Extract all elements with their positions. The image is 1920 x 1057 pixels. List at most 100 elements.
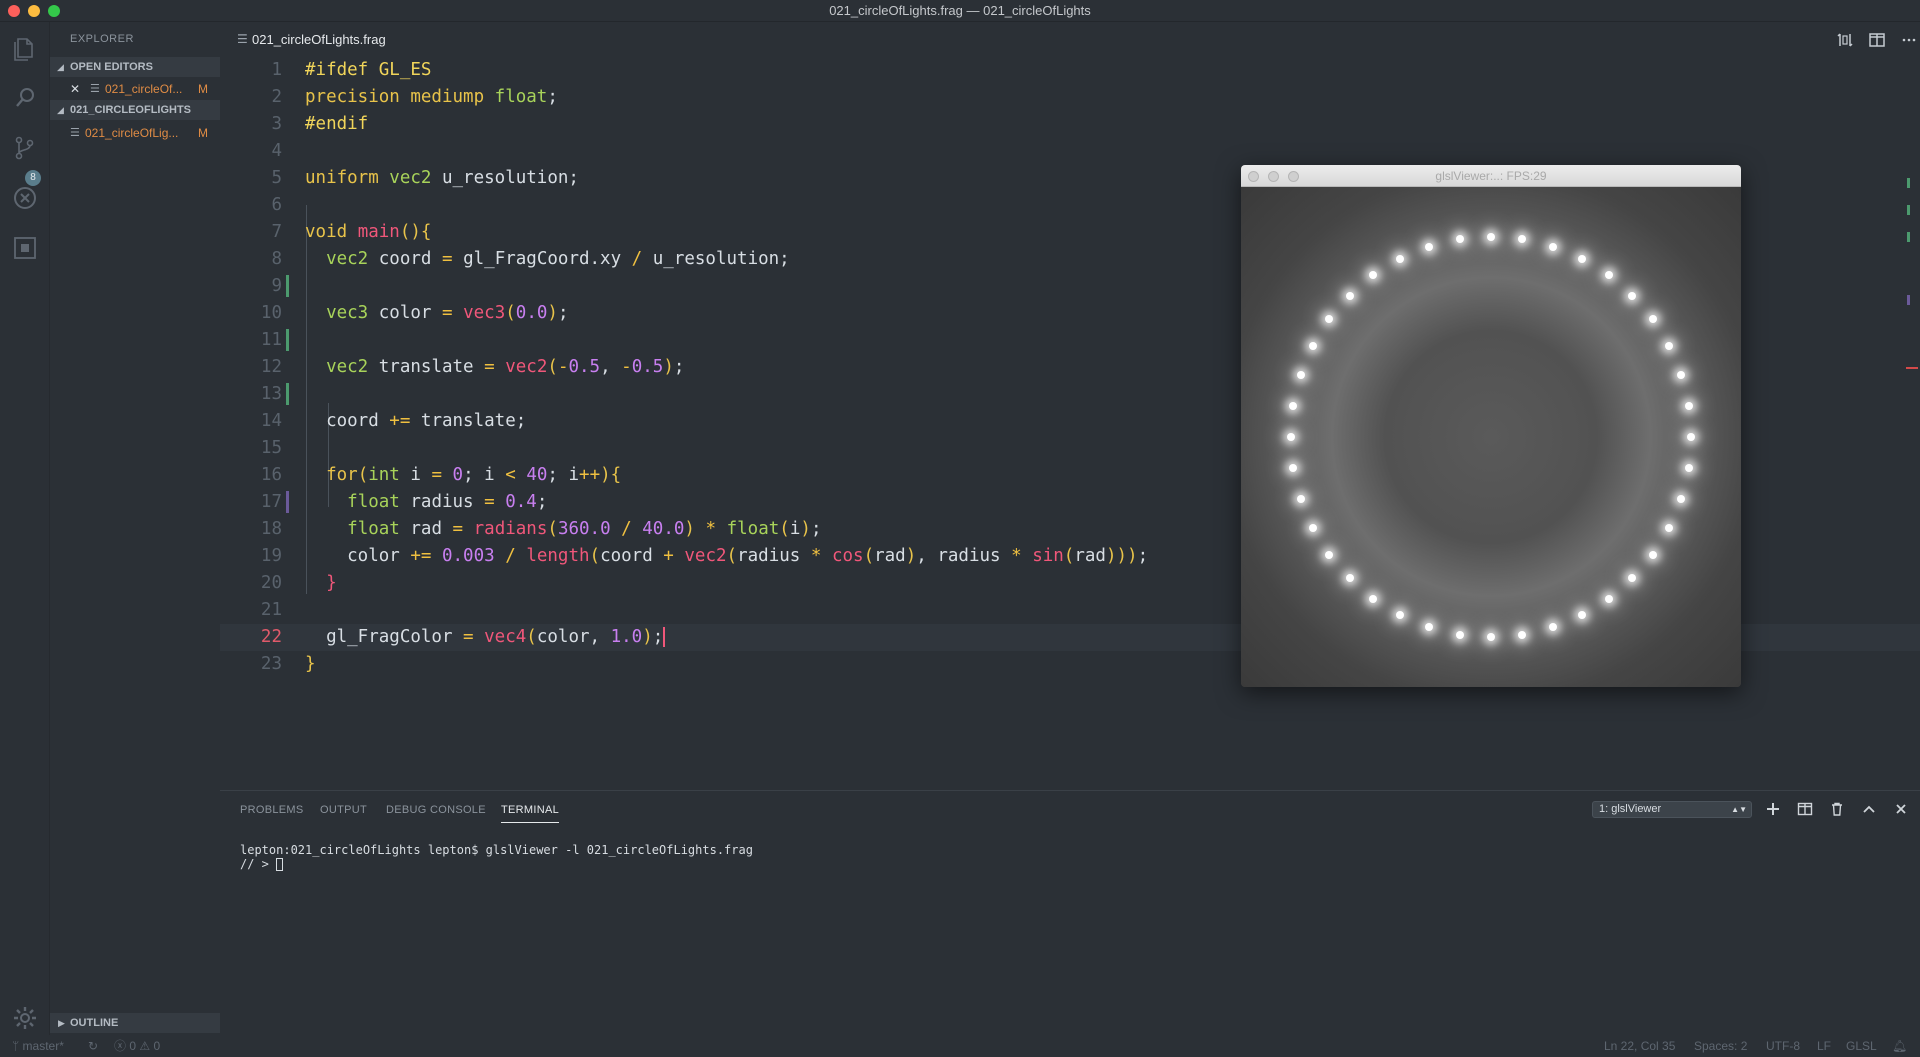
code-text: gl_FragColor = vec4(color, 1.0); [305,627,666,647]
code-text: #endif [305,114,369,134]
terminal-command-line: lepton:021_circleOfLights lepton$ glslVi… [240,843,753,857]
open-changes-icon[interactable] [1836,31,1854,49]
sync-icon[interactable]: ↻ [88,1035,98,1057]
light-point [1577,254,1586,263]
window-title: 021_circleOfLights.frag — 021_circleOfLi… [829,3,1091,18]
terminal-prompt: // > [240,857,277,871]
light-point [1684,464,1693,473]
overview-ruler-mark [1907,205,1910,215]
kill-terminal-icon[interactable] [1829,801,1845,817]
light-point [1628,574,1637,583]
light-point [1665,523,1674,532]
folder-label: 021_CIRCLEOFLIGHTS [70,104,192,116]
warning-count: 0 [153,1039,161,1053]
indentation-status[interactable]: Spaces: 2 [1694,1035,1747,1057]
close-editor-icon[interactable]: ✕ [70,78,80,100]
light-point [1648,315,1657,324]
light-point [1396,254,1405,263]
outline-label: OUTLINE [70,1017,119,1029]
overview-ruler-mark [1907,295,1910,305]
open-editor-name: 021_circleOf... [105,82,183,96]
code-text: } [326,573,337,593]
gutter-added-marker [286,329,289,351]
editor-tab[interactable]: ☰ 021_circleOfLights.frag [220,22,405,57]
code-text: float rad = radians(360.0 / 40.0) * floa… [347,519,822,539]
overview-ruler-cursor [1906,367,1918,369]
code-text: vec3 color = vec3(0.0); [326,303,569,323]
explorer-title: EXPLORER [70,33,134,45]
tab-output[interactable]: OUTPUT [320,804,367,816]
modified-indicator: M [198,126,208,140]
light-point [1677,494,1686,503]
line-number: 1 [271,60,282,80]
branch-status[interactable]: ᛘ master* [12,1035,64,1057]
light-point [1548,242,1557,251]
light-point [1308,342,1317,351]
overview-ruler-mark [1907,232,1910,242]
select-arrows-icon: ▲▼ [1731,805,1747,814]
modified-indicator: M [198,82,208,96]
light-point [1287,433,1295,441]
light-point [1577,611,1586,620]
light-point [1289,401,1298,410]
language-status[interactable]: GLSL [1846,1035,1877,1057]
gutter-added-marker [286,383,289,405]
open-editor-item[interactable]: ✕ ☰ 021_circleOf... M [50,78,220,100]
light-point [1687,433,1695,441]
terminal-prompt-line[interactable]: // > [240,857,284,871]
file-lines-icon: ☰ [90,83,100,95]
line-number: 9 [271,276,282,296]
files-icon[interactable] [11,34,39,62]
line-number: 8 [271,249,282,269]
problems-status[interactable]: ⓧ 0 ⚠ 0 [114,1035,160,1057]
light-point [1487,233,1495,241]
tab-terminal[interactable]: TERMINAL [501,804,560,823]
light-point [1308,523,1317,532]
cursor-position[interactable]: Ln 22, Col 35 [1604,1035,1675,1057]
line-number: 13 [260,384,282,404]
open-editors-section-header[interactable]: ◢ OPEN EDITORS [50,57,220,77]
maximize-panel-icon[interactable] [1861,801,1877,817]
notifications-bell-icon[interactable]: 🔔︎ [1892,1035,1907,1057]
eol-status[interactable]: LF [1817,1035,1831,1057]
line-number: 22 [260,627,282,647]
glslviewer-title-bar[interactable]: glslViewer:..: FPS:29 [1241,165,1741,187]
terminal-select-value: 1: glslViewer [1599,803,1662,815]
line-number: 3 [271,114,282,134]
split-editor-icon[interactable] [1868,31,1886,49]
terminal-select[interactable]: 1: glslViewer ▲▼ [1592,801,1752,818]
code-text: vec2 translate = vec2(-0.5, -0.5); [326,357,685,377]
code-text: } [305,654,316,674]
code-text: precision mediump float; [305,87,558,107]
light-point [1425,242,1434,251]
source-control-icon[interactable] [11,134,39,162]
file-name: 021_circleOfLig... [85,126,179,140]
tab-problems[interactable]: PROBLEMS [240,804,304,816]
close-panel-icon[interactable] [1893,801,1909,817]
light-point [1684,401,1693,410]
light-point [1345,291,1354,300]
new-terminal-icon[interactable] [1765,801,1781,817]
light-point [1425,623,1434,632]
split-terminal-icon[interactable] [1797,801,1813,817]
light-point [1518,630,1527,639]
line-number: 21 [260,600,282,620]
line-number: 14 [260,411,282,431]
tab-debug-console[interactable]: DEBUG CONSOLE [386,804,486,816]
file-tree-item[interactable]: ☰ 021_circleOfLig... M [50,122,220,144]
more-actions-icon[interactable] [1900,31,1918,49]
folder-section-header[interactable]: ◢ 021_CIRCLEOFLIGHTS [50,100,220,120]
code-text: #ifdef GL_ES [305,60,432,80]
debug-icon[interactable] [11,184,39,212]
encoding-status[interactable]: UTF-8 [1766,1035,1800,1057]
settings-gear-icon[interactable] [11,1004,39,1032]
extensions-icon[interactable] [11,234,39,262]
outline-section-header[interactable]: ▶ OUTLINE [50,1013,220,1033]
search-icon[interactable] [11,84,39,112]
line-number: 12 [260,357,282,377]
glslviewer-window[interactable]: glslViewer:..: FPS:29 [1241,165,1741,687]
light-point [1296,371,1305,380]
collapse-triangle-icon: ◢ [57,62,64,72]
line-number: 23 [260,654,282,674]
light-point [1325,315,1334,324]
